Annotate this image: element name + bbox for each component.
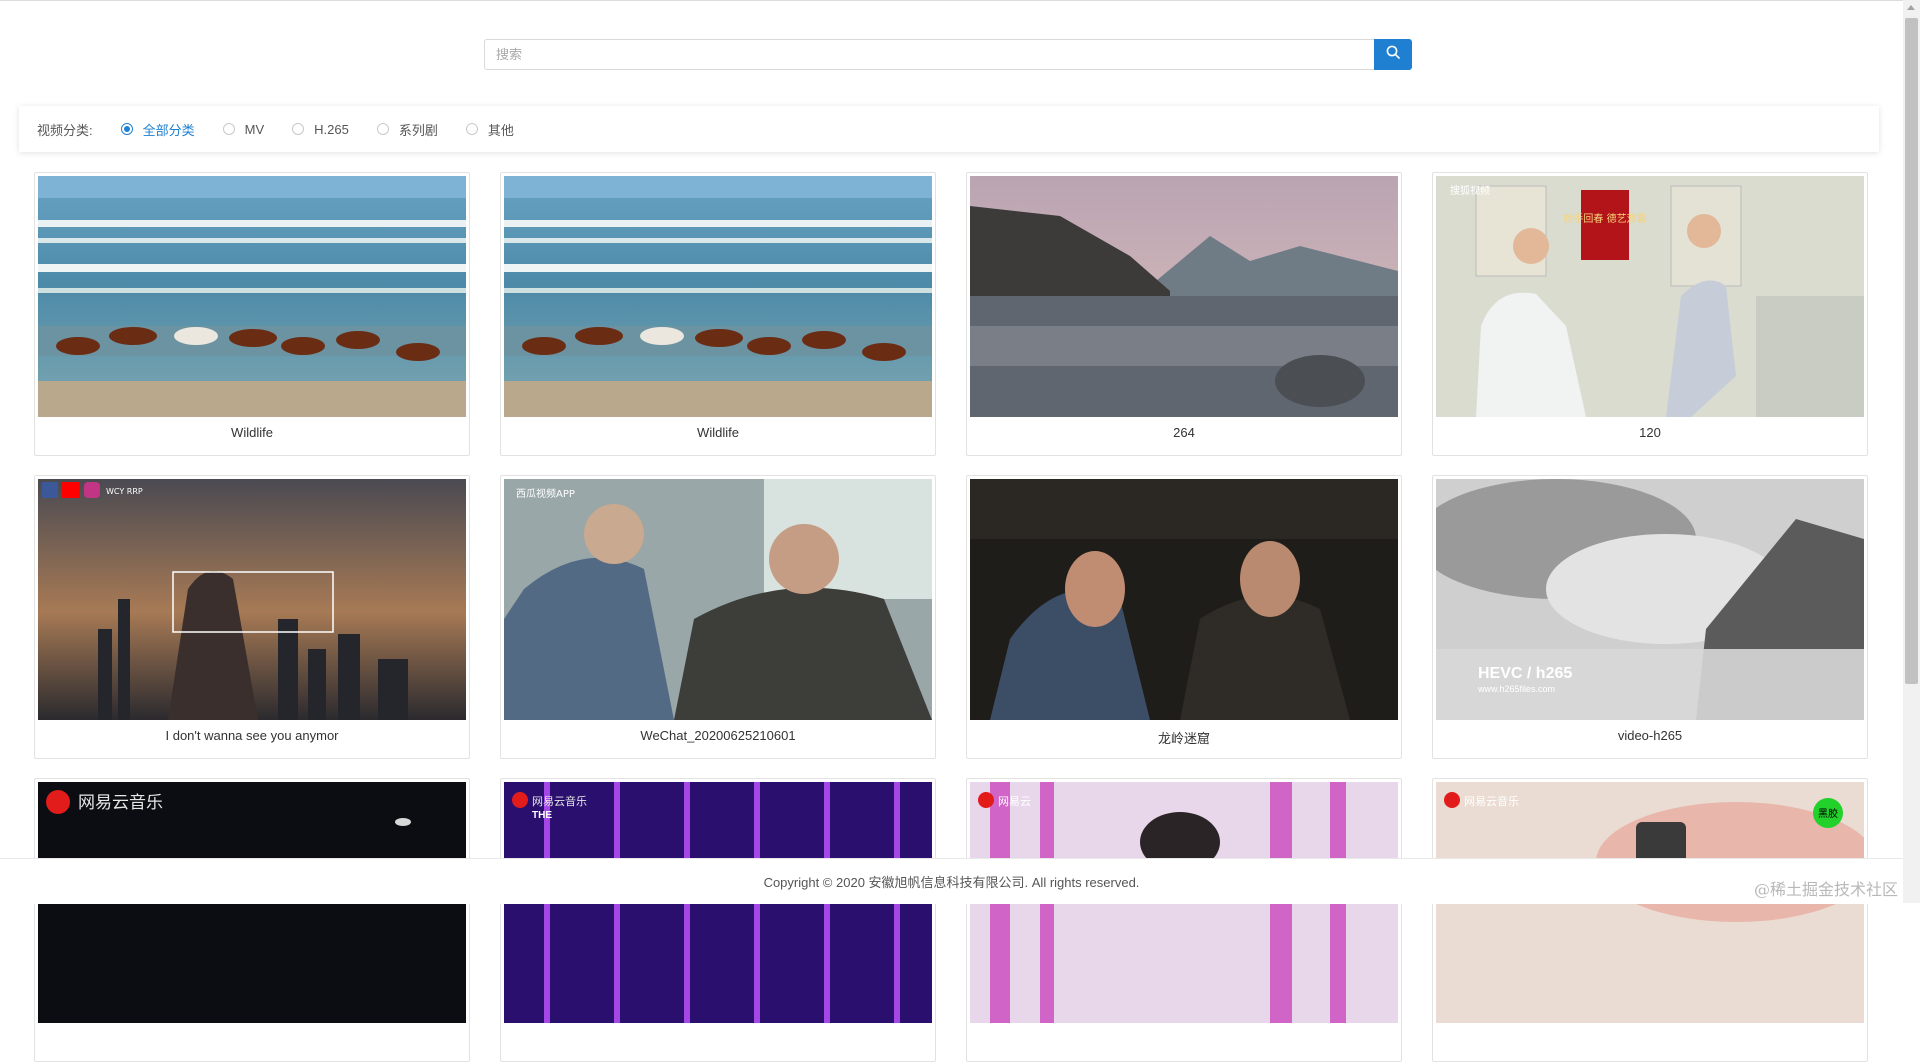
radio-label: H.265 [314, 121, 349, 137]
top-border [0, 0, 1903, 1]
svg-text:HEVC / h265: HEVC / h265 [1478, 665, 1572, 682]
scroll-up-arrow-icon[interactable] [1907, 5, 1915, 10]
video-grid: Wildlife Wildlife 264 妙手回春 德艺双馨 搜狐视频 120… [34, 172, 1868, 1062]
video-thumbnail[interactable] [970, 176, 1398, 417]
radio-all-categories[interactable]: 全部分类 [120, 120, 195, 139]
svg-text:THE: THE [532, 810, 552, 821]
filter-label: 视频分类: [37, 122, 93, 138]
watermark: @稀土掘金技术社区 [1753, 880, 1898, 899]
search-bar [484, 39, 1412, 70]
video-card[interactable]: 网易云音乐 黑胶 [1432, 778, 1868, 1062]
video-title[interactable]: 120 [1433, 425, 1867, 440]
video-card[interactable]: 龙岭迷窟 [966, 475, 1402, 759]
radio-other[interactable]: 其他 [465, 120, 514, 139]
radio-label: 全部分类 [142, 122, 195, 138]
search-button[interactable] [1374, 39, 1412, 70]
radio-label: 系列剧 [398, 122, 438, 138]
video-thumbnail[interactable] [504, 176, 932, 417]
radio-button[interactable] [292, 123, 305, 135]
svg-text:网易云音乐: 网易云音乐 [1464, 794, 1519, 808]
video-card[interactable]: 妙手回春 德艺双馨 搜狐视频 120 [1432, 172, 1868, 456]
video-thumbnail[interactable]: 西瓜视频APP [504, 479, 932, 720]
video-card[interactable]: Wildlife [34, 172, 470, 456]
scrollbar-thumb[interactable] [1905, 18, 1918, 684]
video-thumbnail[interactable]: HEVC / h265 www.h265files.com [1436, 479, 1864, 720]
video-thumbnail[interactable]: 妙手回春 德艺双馨 搜狐视频 [1436, 176, 1864, 417]
video-thumbnail[interactable] [38, 176, 466, 417]
svg-text:网易云音乐: 网易云音乐 [78, 793, 163, 813]
footer: Copyright © 2020 安徽旭帆信息科技有限公司. All right… [0, 858, 1903, 904]
svg-text:网易云音乐: 网易云音乐 [532, 794, 587, 808]
video-card[interactable]: HEVC / h265 www.h265files.com video-h265 [1432, 475, 1868, 759]
video-card[interactable]: 网易云 [966, 778, 1402, 1062]
video-title[interactable]: I don't wanna see you anymor [35, 728, 469, 743]
video-card[interactable]: 264 [966, 172, 1402, 456]
video-card[interactable]: 网易云音乐 THE [500, 778, 936, 1062]
search-icon [1386, 45, 1400, 64]
svg-text:搜狐视频: 搜狐视频 [1450, 184, 1490, 197]
svg-text:www.h265files.com: www.h265files.com [1477, 684, 1555, 694]
svg-text:黑胶: 黑胶 [1818, 807, 1838, 820]
video-title[interactable]: WeChat_20200625210601 [501, 728, 935, 743]
video-thumbnail[interactable]: WCY RRP [38, 479, 466, 720]
radio-button[interactable] [376, 123, 389, 135]
svg-text:WCY RRP: WCY RRP [106, 487, 143, 496]
svg-text:妙手回春 德艺双馨: 妙手回春 德艺双馨 [1563, 212, 1646, 225]
radio-button[interactable] [120, 123, 133, 135]
copyright-text: Copyright © 2020 安徽旭帆信息科技有限公司. All right… [763, 875, 1140, 890]
video-card[interactable]: 西瓜视频APP WeChat_20200625210601 [500, 475, 936, 759]
radio-series[interactable]: 系列剧 [376, 120, 438, 139]
svg-text:网易云: 网易云 [998, 795, 1031, 808]
video-title[interactable]: 264 [967, 425, 1401, 440]
radio-button[interactable] [222, 123, 235, 135]
category-filter-bar: 视频分类: 全部分类 MV H.265 系列剧 其他 [19, 106, 1879, 152]
video-title[interactable]: video-h265 [1433, 728, 1867, 743]
video-card[interactable]: Wildlife [500, 172, 936, 456]
video-title[interactable]: Wildlife [501, 425, 935, 440]
radio-label: 其他 [487, 122, 514, 138]
radio-mv[interactable]: MV [222, 121, 265, 137]
radio-button[interactable] [465, 123, 478, 135]
svg-text:西瓜视频APP: 西瓜视频APP [516, 487, 575, 500]
radio-label: MV [244, 121, 265, 137]
video-card[interactable]: WCY RRP I don't wanna see you anymor [34, 475, 470, 759]
video-title[interactable]: 龙岭迷窟 [967, 728, 1401, 747]
radio-h265[interactable]: H.265 [292, 122, 349, 137]
vertical-scrollbar[interactable] [1903, 0, 1920, 903]
search-input[interactable] [484, 39, 1374, 70]
video-title[interactable]: Wildlife [35, 425, 469, 440]
video-thumbnail[interactable] [970, 479, 1398, 720]
video-card[interactable]: 网易云音乐 [34, 778, 470, 1062]
